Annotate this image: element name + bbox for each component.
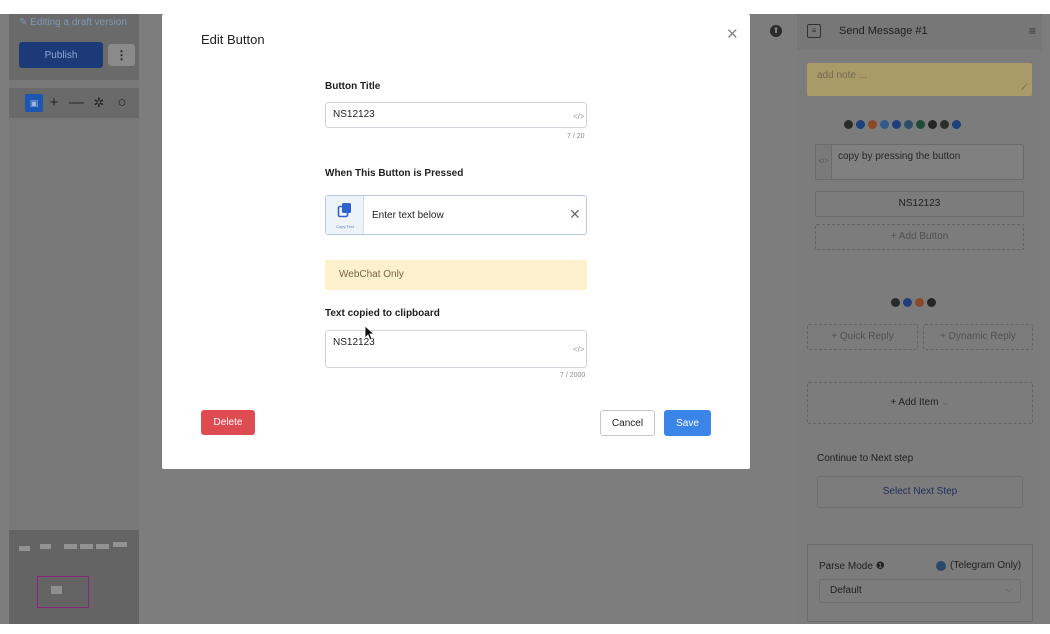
right-sidebar: ≡ Send Message #1 ≡ add note ... ⟋ </> c…: [797, 14, 1042, 624]
modal-title: Edit Button: [201, 32, 265, 47]
add-item-button[interactable]: + Add Item ⌄: [807, 382, 1033, 424]
minimap-node: [51, 586, 62, 594]
channel-icon: [844, 120, 853, 129]
minimap-node: [80, 544, 93, 549]
delete-button[interactable]: Delete: [201, 410, 255, 435]
button-title-counter: 7 / 20: [567, 133, 585, 140]
add-item-label: + Add Item: [890, 397, 939, 408]
text-message-card[interactable]: </> copy by pressing the button: [815, 144, 1024, 180]
mouse-cursor-icon: [364, 325, 374, 341]
more-options-button[interactable]: ⋮: [108, 44, 135, 66]
draft-version-label: ✎ Editing a draft version: [19, 17, 127, 28]
flow-icon[interactable]: ▣: [25, 94, 43, 112]
dynamic-reply-button[interactable]: + Dynamic Reply: [923, 324, 1033, 350]
button-title-input[interactable]: NS12123: [325, 102, 587, 128]
upload-icon[interactable]: ⬆: [770, 25, 782, 37]
minimap-viewport[interactable]: [37, 576, 89, 608]
note-field[interactable]: add note ... ⟋: [807, 63, 1032, 96]
channel-icon: [892, 120, 901, 129]
add-button[interactable]: + Add Button: [815, 224, 1024, 250]
publish-button[interactable]: Publish: [19, 42, 103, 68]
channel-icon: [868, 120, 877, 129]
zoom-out-icon[interactable]: —: [69, 94, 84, 112]
channel-icon: [940, 120, 949, 129]
channel-icons-row: [844, 120, 964, 130]
channel-icon: [915, 298, 924, 307]
minimap-node: [96, 544, 109, 549]
sidebar-header: ≡ Send Message #1 ≡: [797, 14, 1042, 50]
minimap-node: [113, 542, 127, 547]
minimap-node: [19, 546, 30, 551]
left-panel: ✎ Editing a draft version Publish ⋮ ▣ + …: [9, 14, 139, 624]
minimap[interactable]: [9, 530, 139, 624]
copy-text-caption: Copy Text: [336, 224, 354, 229]
message-icon: ≡: [807, 24, 821, 38]
parse-mode-value: Default: [830, 585, 862, 596]
note-placeholder: add note ...: [817, 70, 868, 81]
code-icon[interactable]: </>: [573, 345, 585, 354]
zoom-in-icon[interactable]: +: [47, 94, 61, 112]
telegram-only-note: (Telegram Only): [950, 560, 1022, 571]
step-title[interactable]: Send Message #1: [839, 25, 928, 37]
parse-mode-label: Parse Mode ❶: [819, 561, 885, 572]
menu-icon[interactable]: ≡: [1029, 24, 1036, 38]
telegram-icon: [936, 561, 946, 571]
chevron-down-icon: ⌄: [941, 397, 950, 408]
button-title-value: NS12123: [333, 109, 375, 120]
channel-icon: [880, 120, 889, 129]
copied-text-label: Text copied to clipboard: [325, 308, 440, 319]
chevron-down-icon: ⌵: [1005, 585, 1012, 594]
channel-icons-row: [891, 298, 939, 308]
copied-text-counter: 7 / 2000: [560, 372, 586, 379]
code-icon: </>: [816, 145, 832, 179]
webchat-only-badge: WebChat Only: [325, 260, 587, 290]
action-description: Enter text below: [372, 210, 444, 221]
message-button[interactable]: NS12123: [815, 191, 1024, 217]
channel-icon: [928, 120, 937, 129]
minimap-node: [64, 544, 77, 549]
edit-button-modal: Edit Button ✕ Button Title NS12123 </> 7…: [162, 14, 750, 469]
canvas-toolbar: ▣ + — ✲ ○: [9, 88, 139, 118]
text-message-value: copy by pressing the button: [838, 151, 961, 162]
close-icon[interactable]: ✕: [726, 25, 739, 43]
auto-arrange-icon[interactable]: ✲: [92, 94, 106, 112]
minimap-node: [40, 544, 51, 549]
canvas-backdrop: ✎ Editing a draft version Publish ⋮ ▣ + …: [0, 14, 1050, 624]
copy-icon: [337, 203, 351, 218]
draft-strip: ✎ Editing a draft version Publish ⋮: [9, 14, 139, 80]
parse-mode-box: Parse Mode ❶ (Telegram Only) Default ⌵: [807, 544, 1033, 622]
cancel-button[interactable]: Cancel: [600, 410, 655, 436]
save-button[interactable]: Save: [664, 410, 711, 436]
channel-icon: [904, 120, 913, 129]
channel-icon: [903, 298, 912, 307]
search-icon[interactable]: ○: [115, 94, 129, 112]
code-icon[interactable]: </>: [573, 112, 585, 121]
channel-icon: [891, 298, 900, 307]
remove-action-icon[interactable]: ✕: [569, 206, 581, 223]
button-pressed-label: When This Button is Pressed: [325, 168, 464, 179]
quick-reply-button[interactable]: + Quick Reply: [807, 324, 918, 350]
continue-label: Continue to Next step: [817, 453, 914, 464]
resize-handle-icon[interactable]: ⟋: [1021, 83, 1027, 93]
channel-icon: [927, 298, 936, 307]
copy-text-tile: Copy Text: [326, 196, 364, 234]
select-next-step-button[interactable]: Select Next Step: [817, 476, 1023, 508]
channel-icon: [952, 120, 961, 129]
channel-icon: [916, 120, 925, 129]
button-title-label: Button Title: [325, 81, 381, 92]
copy-text-action[interactable]: Copy Text Enter text below ✕: [325, 195, 587, 235]
draft-version-text: Editing a draft version: [30, 17, 127, 28]
channel-icon: [856, 120, 865, 129]
parse-mode-select[interactable]: Default ⌵: [819, 579, 1021, 603]
